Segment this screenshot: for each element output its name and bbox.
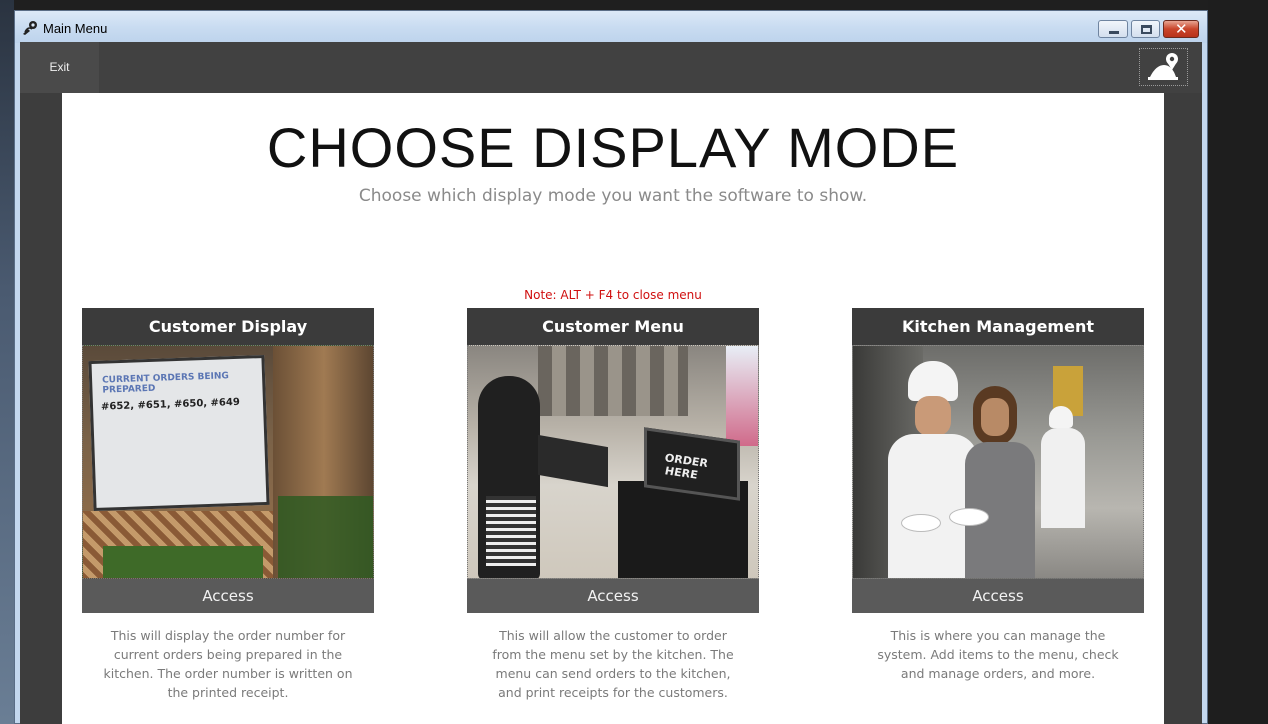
maximize-button[interactable] [1131, 20, 1160, 38]
customer-display-card: Customer Display CURRENT ORDERS BEING PR… [82, 308, 374, 702]
minimize-icon [1109, 31, 1119, 34]
maximize-icon [1141, 25, 1152, 34]
window-title: Main Menu [43, 21, 108, 36]
content-panel: CHOOSE DISPLAY MODE Choose which display… [62, 93, 1164, 724]
kitchen-management-card: Kitchen Management Access This is where … [852, 308, 1144, 683]
client-area: Exit CHOOSE DISPLAY MODE Choose which di… [20, 42, 1202, 724]
toolbar: Exit [20, 42, 1202, 93]
kitchen-management-image [852, 345, 1144, 579]
main-menu-window: Main Menu ✕ Exit CHOOSE DISPLAY MODE Cho… [14, 10, 1208, 724]
page-title: CHOOSE DISPLAY MODE [266, 116, 960, 179]
desktop-edge [0, 0, 14, 724]
card-description: This will display the order number for c… [103, 628, 353, 700]
close-icon: ✕ [1175, 20, 1188, 38]
kitchen-management-access-button[interactable]: Access [852, 579, 1144, 613]
screen-order-numbers: #652, #651, #650, #649 [100, 396, 241, 413]
page-subtitle: Choose which display mode you want the s… [358, 186, 868, 206]
customer-menu-card: Customer Menu ORDER HERE Access This wil… [467, 308, 759, 702]
close-menu-note: Note: ALT + F4 to close menu [524, 288, 702, 302]
desktop-background [1208, 0, 1268, 724]
customer-menu-access-button[interactable]: Access [467, 579, 759, 613]
chef-pin-icon [1148, 53, 1178, 80]
title-bar[interactable]: Main Menu ✕ [15, 11, 1207, 43]
card-title: Customer Display [82, 308, 374, 345]
card-title: Kitchen Management [852, 308, 1144, 345]
kiosk-order-here-text: ORDER HERE [665, 451, 708, 482]
app-logo-button[interactable] [1139, 48, 1188, 86]
card-description: This will allow the customer to order fr… [492, 628, 734, 700]
card-description: This is where you can manage the system.… [877, 628, 1119, 681]
screen-heading-text: CURRENT ORDERS BEING PREPARED [101, 371, 229, 396]
customer-menu-image: ORDER HERE [467, 345, 759, 579]
close-button[interactable]: ✕ [1163, 20, 1199, 38]
app-icon [23, 21, 37, 35]
card-title: Customer Menu [467, 308, 759, 345]
customer-display-access-button[interactable]: Access [82, 579, 374, 613]
kitchen-scene [853, 346, 1143, 578]
right-margin-panel [1164, 93, 1202, 724]
customer-display-image: CURRENT ORDERS BEING PREPARED #652, #651… [82, 345, 374, 579]
exit-button[interactable]: Exit [20, 42, 99, 93]
order-display-screen: CURRENT ORDERS BEING PREPARED #652, #651… [88, 354, 270, 512]
minimize-button[interactable] [1098, 20, 1128, 38]
